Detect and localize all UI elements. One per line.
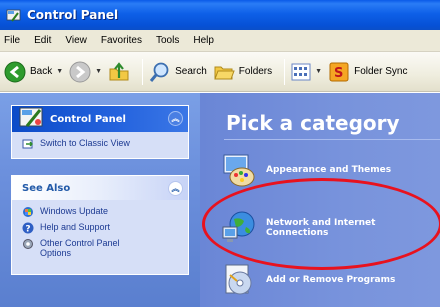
switch-classic-view-label: Switch to Classic View [40,138,130,148]
forward-dropdown-icon[interactable]: ▼ [95,68,102,75]
task-pane: Control Panel ︽ Switch to Classic View S… [0,93,200,307]
see-also-header[interactable]: See Also ︽ [12,176,188,200]
folders-label: Folders [238,66,273,77]
toolbar: Back ▼ ▼ Search Folders ▼ S Folder Sync [0,52,440,92]
control-panel-box: Control Panel ︽ Switch to Classic View [11,105,189,159]
title-bar[interactable]: Control Panel [0,0,440,30]
help-icon: ? [22,222,34,234]
title-divider [224,139,440,140]
folder-sync-button[interactable]: S Folder Sync [328,57,407,87]
windows-update-link[interactable]: Windows Update [22,206,180,218]
category-add-remove-programs[interactable]: Add or Remove Programs [220,261,395,299]
menu-favorites[interactable]: Favorites [101,35,142,46]
svg-text:S: S [334,66,343,81]
folder-sync-label: Folder Sync [354,66,408,77]
add-remove-programs-icon [225,264,252,295]
windows-update-label: Windows Update [40,206,109,216]
search-label: Search [175,66,207,77]
menu-view[interactable]: View [65,35,87,46]
back-dropdown-icon[interactable]: ▼ [56,68,63,75]
back-label: Back [30,66,53,77]
control-panel-icon [6,7,22,23]
category-add-remove-label: Add or Remove Programs [266,275,396,285]
category-appearance-themes[interactable]: Appearance and Themes [220,151,391,189]
windows-update-icon [23,207,33,217]
collapse-chevron-icon[interactable]: ︽ [168,181,183,196]
forward-arrow-icon [69,61,91,82]
control-panel-large-icon [19,107,43,127]
window-title: Control Panel [27,8,119,22]
other-options-label: Other Control Panel Options [40,238,120,258]
folder-sync-icon: S [329,62,349,81]
menu-edit[interactable]: Edit [34,35,51,46]
help-and-support-label: Help and Support [40,222,111,232]
svg-text:?: ? [25,224,30,234]
switch-classic-view-link[interactable]: Switch to Classic View [22,138,180,150]
appearance-themes-icon [223,154,255,187]
see-also-title: See Also [22,182,71,194]
menu-file[interactable]: File [4,35,20,46]
menu-help[interactable]: Help [193,35,214,46]
options-gear-icon [23,239,33,249]
folders-icon [214,66,235,79]
back-button[interactable]: Back ▼ [4,57,63,87]
switch-view-icon [22,139,33,149]
control-panel-box-header[interactable]: Control Panel ︽ [12,106,188,132]
see-also-box: See Also ︽ Windows Update ? Help and Sup… [11,175,189,275]
search-button[interactable]: Search [149,57,207,87]
back-arrow-icon [4,61,26,82]
views-dropdown-icon[interactable]: ▼ [315,68,322,75]
page-title: Pick a category [226,111,400,135]
other-options-link[interactable]: Other Control Panel Options [22,238,180,258]
views-icon [291,63,311,80]
see-also-body: Windows Update ? Help and Support Other … [12,200,188,270]
folders-button[interactable]: Folders [213,57,272,87]
up-folder-icon [109,61,129,80]
menu-bar: File Edit View Favorites Tools Help [0,30,440,52]
category-network-label: Network and Internet Connections [266,218,376,238]
views-button[interactable]: ▼ [291,57,322,87]
network-globe-icon [222,211,255,242]
help-and-support-link[interactable]: ? Help and Support [22,222,180,234]
toolbar-separator [142,58,144,85]
up-folder-button[interactable] [108,57,130,87]
menu-tools[interactable]: Tools [156,35,179,46]
forward-button[interactable]: ▼ [69,57,102,87]
category-network-internet[interactable]: Network and Internet Connections [220,209,440,247]
search-icon [149,62,169,82]
collapse-chevron-icon[interactable]: ︽ [168,111,183,126]
control-panel-box-title: Control Panel [50,113,126,125]
toolbar-separator [284,58,286,85]
control-panel-box-body: Switch to Classic View [12,132,188,162]
category-appearance-label: Appearance and Themes [266,165,392,175]
category-view: Pick a category Appearance and Themes Ne… [200,93,440,307]
